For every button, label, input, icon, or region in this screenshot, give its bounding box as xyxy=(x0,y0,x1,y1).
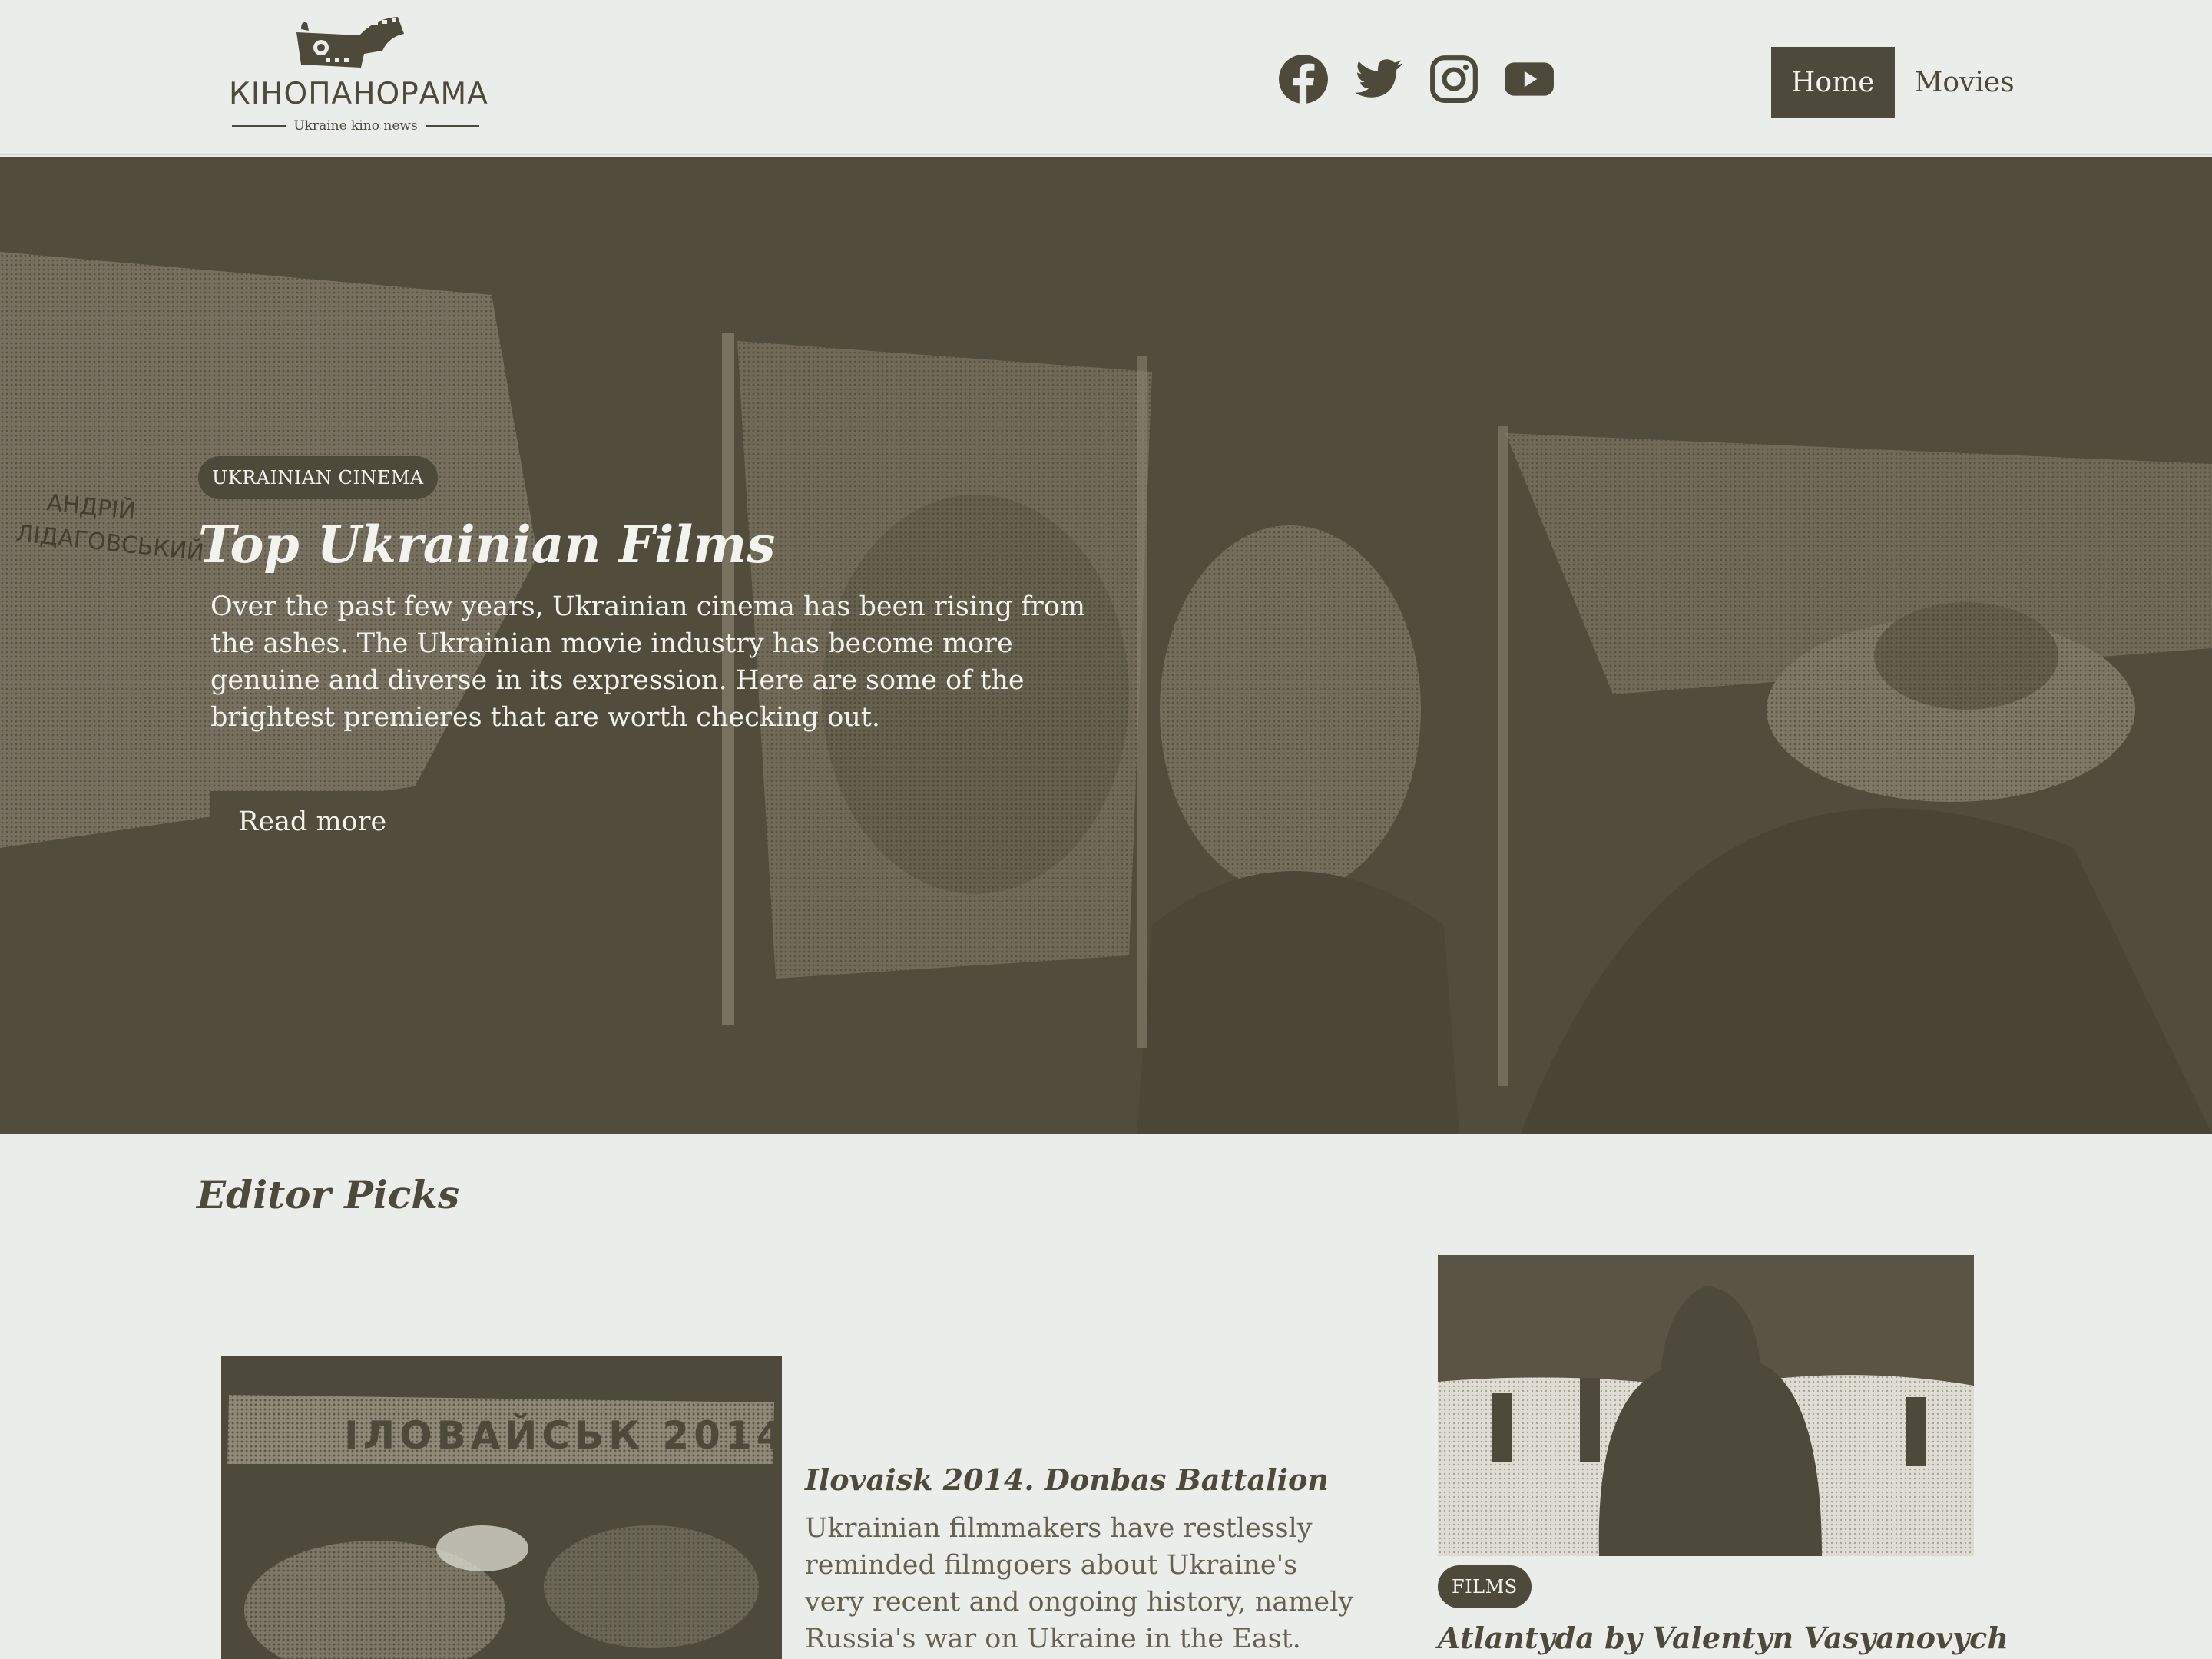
pick-2-image[interactable] xyxy=(1438,1255,1974,1556)
site-logo[interactable]: КІНОПАНОРАМА Ukraine kino news xyxy=(229,14,488,137)
read-more-button[interactable]: Read more xyxy=(210,790,415,853)
pick-2-category-badge[interactable]: FILMS xyxy=(1438,1565,1532,1608)
hero-category-badge[interactable]: UKRAINIAN CINEMA xyxy=(198,456,438,499)
twitter-icon[interactable] xyxy=(1353,54,1404,104)
pick-1-artwork: ІЛОВАЙСЬК 2014 xyxy=(221,1356,782,1659)
pick-2-title[interactable]: Atlantyda by Valentyn Vasyanovych xyxy=(1438,1621,2052,1656)
pick-1-image[interactable]: ІЛОВАЙСЬК 2014 xyxy=(221,1356,782,1659)
pick-1-excerpt: Ukrainian filmmakers have restlessly rem… xyxy=(805,1512,1354,1654)
nav-home[interactable]: Home xyxy=(1771,47,1895,118)
brand-tagline: Ukraine kino news xyxy=(229,118,482,134)
editor-picks-heading: Editor Picks xyxy=(197,1172,460,1217)
hero-content: UKRAINIAN CINEMA Top Ukrainian Films Ove… xyxy=(198,456,1104,853)
main-nav: Home Movies xyxy=(1771,47,2035,118)
brand-name: КІНОПАНОРАМА xyxy=(229,77,488,111)
facebook-icon[interactable] xyxy=(1278,54,1329,104)
youtube-icon[interactable] xyxy=(1504,54,1555,104)
pick-1-poster-text: ІЛОВАЙСЬК 2014 xyxy=(344,1412,782,1458)
pick-1-title[interactable]: Ilovaisk 2014. Donbas Battalion xyxy=(805,1462,1358,1498)
hero-banner: АНДРІЙ ЛІДАГОВСЬКИЙ UKRAINIAN CINEMA Top… xyxy=(0,157,2212,1134)
nav-movies[interactable]: Movies xyxy=(1895,47,2035,118)
instagram-icon[interactable] xyxy=(1429,54,1479,104)
hero-description: Over the past few years, Ukrainian cinem… xyxy=(210,591,1086,733)
site-header: КІНОПАНОРАМА Ukraine kino news Home Movi… xyxy=(0,0,2212,155)
social-links xyxy=(1278,54,1555,104)
film-reel-icon xyxy=(296,17,404,68)
pick-2-category[interactable]: FILMS xyxy=(1438,1565,1532,1608)
pick-2-artwork xyxy=(1438,1255,1974,1556)
tagline-rule-left xyxy=(232,125,286,127)
hero-title[interactable]: Top Ukrainian Films xyxy=(198,515,1104,575)
tagline-rule-right xyxy=(425,125,479,127)
pick-1-text: Ilovaisk 2014. Donbas Battalion Ukrainia… xyxy=(805,1462,1358,1659)
tagline-text: Ukraine kino news xyxy=(293,118,418,134)
